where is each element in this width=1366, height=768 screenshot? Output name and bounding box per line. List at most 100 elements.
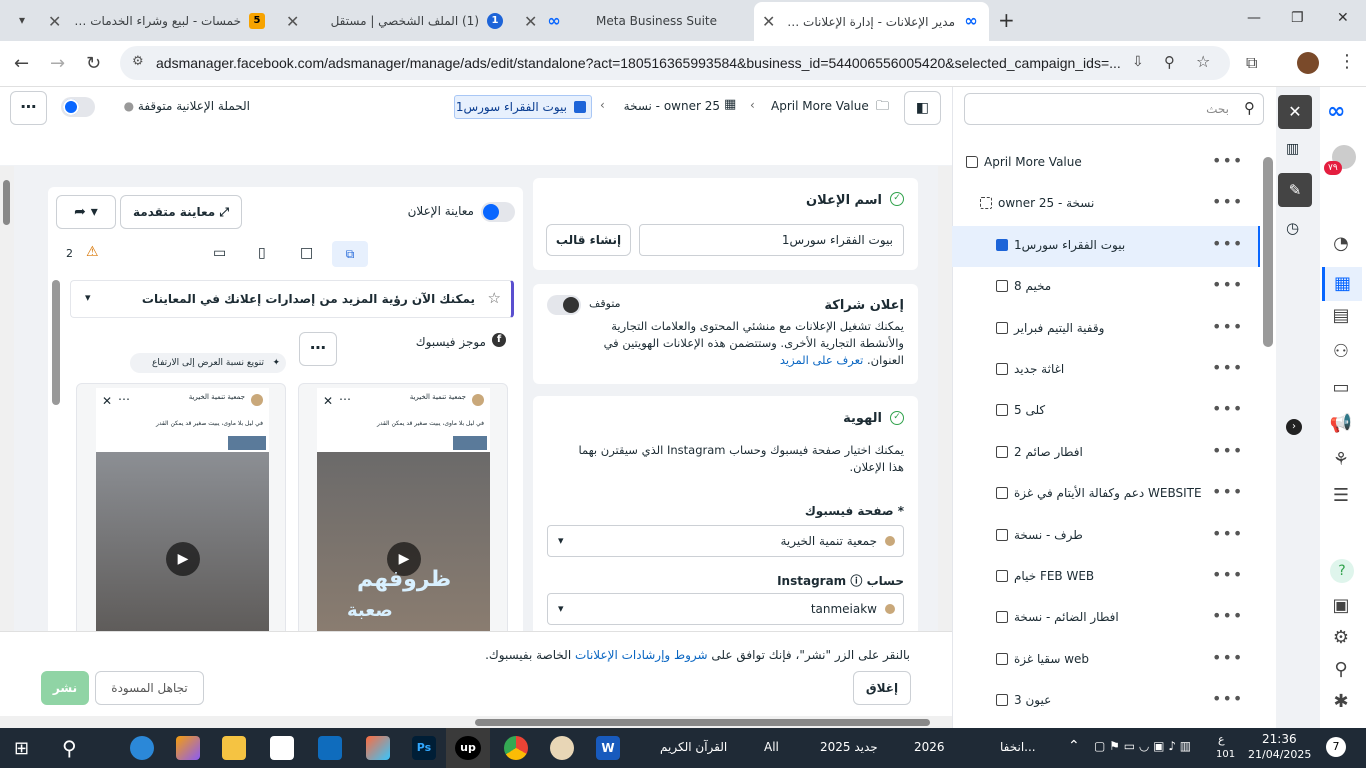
breadcrumb-campaign[interactable]: April More Value: [771, 99, 869, 113]
more-icon[interactable]: •••: [1212, 234, 1243, 253]
more-icon[interactable]: •••: [1212, 648, 1243, 667]
more-icon[interactable]: •••: [1212, 192, 1243, 211]
ad-name-input[interactable]: بيوت الفقراء سورس1: [639, 224, 904, 256]
more-icon[interactable]: •••: [1212, 482, 1243, 501]
more-icon[interactable]: •••: [1212, 275, 1243, 294]
tree-search-input[interactable]: بحث ⚲: [964, 93, 1264, 125]
forward-icon[interactable]: →: [50, 53, 65, 74]
close-icon[interactable]: ✕: [48, 12, 61, 31]
taskbar-item[interactable]: All: [764, 740, 779, 754]
scrollbar-thumb[interactable]: [475, 719, 930, 726]
close-icon[interactable]: ✕: [102, 394, 112, 408]
chevron-down-icon[interactable]: ▾: [85, 291, 91, 304]
zoom-icon[interactable]: ⚲: [1164, 53, 1175, 71]
photoshop-icon[interactable]: Ps: [412, 736, 436, 760]
menu-lines-icon[interactable]: ☰: [1328, 485, 1354, 511]
tree-item[interactable]: كلى 5 •••: [952, 391, 1260, 432]
advanced-preview-button[interactable]: معاينة متقدمة ⤢: [120, 195, 242, 229]
more-icon[interactable]: •••: [1212, 151, 1243, 170]
m365-icon[interactable]: [366, 736, 390, 760]
placement-options-button[interactable]: ⋯: [299, 332, 337, 366]
create-template-button[interactable]: إنشاء قالب: [546, 224, 631, 256]
megaphone-icon[interactable]: 📢: [1328, 413, 1354, 439]
tab-mostaql[interactable]: ✕ (1) الملف الشخصي | مستقل 1: [278, 4, 513, 37]
edit-pencil-icon[interactable]: ✎: [1278, 173, 1312, 207]
new-tab-icon[interactable]: +: [998, 8, 1015, 32]
right-scrollbar[interactable]: [938, 166, 952, 631]
tree-item[interactable]: سقيا غزة web •••: [952, 640, 1260, 681]
square-view-icon[interactable]: □: [300, 245, 313, 261]
upwork-tile[interactable]: up: [446, 728, 490, 768]
chevron-up-icon[interactable]: ⌃: [1068, 738, 1080, 754]
preview-card-2[interactable]: ✕ ⋯ جمعية تنمية الخيرية في ليل بلا مأوى،…: [298, 383, 508, 637]
more-icon[interactable]: •••: [1212, 441, 1243, 460]
reports-icon[interactable]: ▣: [1328, 595, 1354, 621]
tree-item[interactable]: April More Value •••: [952, 143, 1260, 184]
play-icon[interactable]: ▶: [166, 542, 200, 576]
tray-icons[interactable]: ▢ ⚑ ▭ ◡ ▣ ♪ ▥: [1094, 739, 1191, 753]
more-icon[interactable]: ⋯: [118, 392, 130, 406]
share-dropdown-button[interactable]: ➦ ▾: [56, 195, 116, 229]
paint-icon[interactable]: [550, 736, 574, 760]
profile-avatar[interactable]: [1297, 52, 1319, 74]
url-text[interactable]: adsmanager.facebook.com/adsmanager/manag…: [156, 55, 1121, 71]
warning-icon[interactable]: ⚠: [86, 244, 99, 260]
tab-khamsat[interactable]: ✕ خمسات - لبيع وشراء الخدمات المص 5: [40, 4, 275, 37]
close-icon[interactable]: ✕: [762, 12, 775, 31]
tree-item[interactable]: دعم وكفالة الأيتام في غزة WEBSITE •••: [952, 474, 1260, 515]
reload-icon[interactable]: ↻: [86, 53, 101, 74]
search-icon[interactable]: ⚲: [62, 736, 77, 760]
more-icon[interactable]: •••: [1212, 524, 1243, 543]
more-icon[interactable]: •••: [1212, 358, 1243, 377]
connections-icon[interactable]: ⚘: [1328, 449, 1354, 475]
desktop-view-icon[interactable]: ▭: [213, 245, 226, 261]
ads-manager-nav-active[interactable]: ▦: [1322, 267, 1362, 301]
tree-item[interactable]: بيوت الفقراء سورس1 •••: [952, 225, 1260, 267]
publish-button[interactable]: نشر: [41, 671, 89, 705]
sidebar-toggle-button[interactable]: ◧: [904, 91, 941, 125]
scrollbar-thumb[interactable]: [3, 180, 10, 225]
discard-draft-button[interactable]: تجاهل المسودة: [95, 671, 204, 705]
tab-search-icon[interactable]: ▾: [12, 10, 32, 30]
chart-icon[interactable]: ▥: [1286, 141, 1299, 157]
clock-time[interactable]: 21:36: [1262, 732, 1297, 746]
settings-gear-icon[interactable]: ⚙: [1328, 627, 1354, 653]
more-icon[interactable]: ⋯: [339, 392, 351, 406]
all-devices-icon[interactable]: ⧉: [332, 241, 368, 267]
clock-date[interactable]: 21/04/2025: [1248, 748, 1311, 761]
more-icon[interactable]: •••: [1212, 317, 1243, 336]
more-icon[interactable]: •••: [1212, 565, 1243, 584]
taskbar-item[interactable]: جديد 2025: [820, 740, 878, 754]
more-options-button[interactable]: ⋯: [10, 91, 47, 125]
edge-icon[interactable]: [130, 736, 154, 760]
close-icon[interactable]: ✕: [286, 12, 299, 31]
more-icon[interactable]: •••: [1212, 689, 1243, 708]
notification-count[interactable]: 7: [1326, 737, 1346, 757]
word-icon[interactable]: W: [596, 736, 620, 760]
close-icon[interactable]: ✕: [323, 394, 333, 408]
taskbar-item[interactable]: القرآن الكريم: [660, 740, 727, 754]
omnibox[interactable]: ⚙ adsmanager.facebook.com/adsmanager/man…: [120, 46, 1230, 80]
back-icon[interactable]: ←: [14, 53, 29, 74]
campaign-toggle[interactable]: [61, 97, 95, 117]
preview-card-1[interactable]: ✕ ⋯ جمعية تنمية الخيرية في ليل بلا مأوى،…: [76, 383, 286, 637]
bookmark-star-icon[interactable]: ☆: [1196, 52, 1210, 71]
windows-start-icon[interactable]: ⊞: [14, 738, 29, 759]
close-button[interactable]: إغلاق: [853, 671, 911, 705]
install-app-icon[interactable]: ⇩: [1132, 54, 1144, 70]
close-icon[interactable]: ✕: [524, 12, 537, 31]
expand-chevron-icon[interactable]: ›: [1286, 419, 1302, 435]
taskbar-item[interactable]: انخفا...: [1000, 740, 1036, 754]
left-scrollbar[interactable]: [0, 166, 14, 631]
outlook-icon[interactable]: [318, 736, 342, 760]
tree-item[interactable]: خيام FEB WEB •••: [952, 557, 1260, 598]
meta-logo-icon[interactable]: ∞: [1327, 99, 1345, 124]
pages-icon[interactable]: ▤: [1328, 305, 1354, 331]
minimize-icon[interactable]: —: [1247, 10, 1261, 26]
tree-scrollbar-thumb[interactable]: [1263, 157, 1273, 347]
site-info-icon[interactable]: ⚙: [132, 54, 144, 69]
tree-item[interactable]: owner 25 - نسخة •••: [952, 184, 1260, 225]
preview-scrollbar-thumb[interactable]: [52, 280, 60, 405]
tab-meta-business-suite[interactable]: ✕ Meta Business Suite ∞: [516, 4, 751, 37]
more-icon[interactable]: •••: [1212, 606, 1243, 625]
